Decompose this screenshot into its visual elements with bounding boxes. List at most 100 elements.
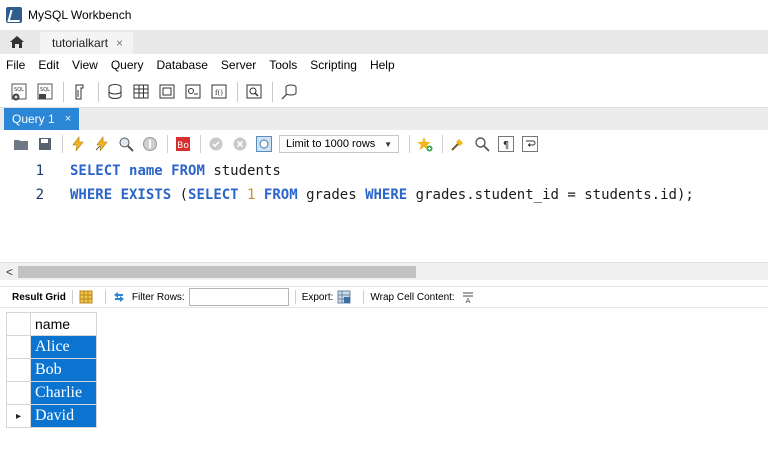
stop-icon — [143, 137, 157, 151]
wrap-cell-content-label: Wrap Cell Content: — [370, 291, 455, 303]
menu-database[interactable]: Database — [157, 58, 208, 72]
create-table-icon — [133, 84, 149, 98]
refresh-filter-button[interactable] — [112, 290, 126, 304]
execute-button[interactable] — [69, 135, 87, 153]
create-view-icon — [159, 84, 175, 98]
create-function-button[interactable]: f() — [208, 81, 230, 103]
reconnect-button[interactable] — [278, 81, 300, 103]
query-tab-bar: Query 1 × — [0, 108, 768, 130]
query-tab-label: Query 1 — [12, 112, 55, 126]
create-table-button[interactable] — [130, 81, 152, 103]
filter-rows-input[interactable] — [188, 288, 289, 306]
horizontal-scrollbar[interactable]: < — [0, 262, 768, 280]
table-row[interactable]: Charlie — [6, 381, 97, 405]
table-row[interactable]: Alice — [6, 335, 97, 359]
result-grid-label[interactable]: Result Grid — [12, 292, 66, 303]
connection-tab[interactable]: tutorialkart × — [40, 32, 134, 54]
wrap-cell-content-button[interactable]: A — [461, 290, 475, 304]
export-button[interactable] — [337, 290, 351, 304]
table-row[interactable]: ▸ David — [6, 404, 97, 428]
export-label: Export: — [301, 291, 334, 303]
table-cell[interactable]: Bob — [30, 358, 97, 382]
toolbar-separator — [104, 290, 106, 304]
open-file-icon — [14, 140, 28, 150]
grid-view-button[interactable] — [79, 290, 93, 304]
scrollbar-thumb[interactable] — [18, 266, 416, 278]
wrap-lines-button[interactable] — [521, 135, 539, 153]
wrap-text-icon: A — [462, 292, 473, 304]
magnifier-icon — [475, 137, 490, 152]
magnifier-lightning-icon — [119, 137, 134, 152]
autocommit-icon — [256, 136, 272, 152]
menu-bar: File Edit View Query Database Server Too… — [0, 54, 768, 76]
explain-button[interactable] — [117, 135, 135, 153]
error-toggle-icon: Bo — [176, 137, 190, 151]
wrap-lines-icon — [522, 136, 538, 152]
row-header[interactable] — [6, 381, 31, 405]
save-button[interactable] — [36, 135, 54, 153]
menu-query[interactable]: Query — [111, 58, 144, 72]
home-button[interactable] — [0, 30, 34, 54]
row-header[interactable] — [6, 335, 31, 359]
sql-token: EXISTS — [120, 187, 180, 203]
toggle-error-button[interactable]: Bo — [174, 135, 192, 153]
create-schema-button[interactable] — [104, 81, 126, 103]
main-toolbar: SQL SQL f() — [0, 76, 768, 108]
limit-rows-select[interactable]: Limit to 1000 rows ▼ — [279, 135, 399, 153]
open-file-button[interactable] — [12, 135, 30, 153]
autocommit-button[interactable] — [255, 135, 273, 153]
menu-edit[interactable]: Edit — [38, 58, 59, 72]
add-snippet-button[interactable] — [416, 135, 434, 153]
create-procedure-button[interactable] — [182, 81, 204, 103]
table-cell[interactable]: David — [30, 404, 97, 428]
scroll-left-arrow-icon[interactable]: < — [6, 265, 13, 279]
rollback-button[interactable] — [231, 135, 249, 153]
column-header-name[interactable]: name — [30, 312, 97, 336]
inspector-button[interactable] — [69, 81, 91, 103]
svg-text:Bo: Bo — [177, 141, 189, 151]
header-row: name — [6, 312, 97, 336]
commit-check-icon — [209, 137, 223, 151]
row-header[interactable] — [6, 358, 31, 382]
table-cell[interactable]: Alice — [30, 335, 97, 359]
limit-rows-value: Limit to 1000 rows — [286, 138, 376, 150]
toolbar-separator — [363, 290, 365, 304]
table-row[interactable]: Bob — [6, 358, 97, 382]
close-icon[interactable]: × — [116, 36, 123, 50]
table-cell[interactable]: Charlie — [30, 381, 97, 405]
menu-help[interactable]: Help — [370, 58, 395, 72]
menu-file[interactable]: File — [6, 58, 25, 72]
new-sql-tab-button[interactable]: SQL — [8, 81, 30, 103]
menu-tools[interactable]: Tools — [269, 58, 297, 72]
beautify-button[interactable] — [449, 135, 467, 153]
stop-button[interactable] — [141, 135, 159, 153]
open-sql-script-button[interactable]: SQL — [34, 81, 56, 103]
find-button[interactable] — [473, 135, 491, 153]
toolbar-separator — [272, 81, 273, 102]
sql-editor[interactable]: 1 SELECT name FROM students 2 WHERE EXISTS… — [0, 158, 768, 262]
create-view-button[interactable] — [156, 81, 178, 103]
current-row-marker[interactable]: ▸ — [6, 404, 31, 428]
refresh-arrows-icon — [113, 292, 124, 302]
toolbar-separator — [409, 135, 410, 153]
search-table-data-button[interactable] — [243, 81, 265, 103]
dropdown-arrow-icon: ▼ — [384, 139, 392, 149]
toolbar-separator — [98, 81, 99, 102]
mysql-workbench-logo-icon — [6, 7, 22, 23]
result-toolbar: Result Grid Filter Rows: Export: Wrap Ce… — [0, 286, 768, 308]
menu-scripting[interactable]: Scripting — [310, 58, 357, 72]
menu-view[interactable]: View — [72, 58, 98, 72]
create-function-icon: f() — [211, 84, 227, 98]
toolbar-separator — [294, 290, 296, 304]
query-tab[interactable]: Query 1 × — [4, 108, 80, 130]
invisible-chars-button[interactable]: ¶ — [497, 135, 515, 153]
broom-icon — [451, 139, 463, 151]
menu-server[interactable]: Server — [221, 58, 256, 72]
execute-current-button[interactable] — [93, 135, 111, 153]
rollback-x-icon — [233, 137, 247, 151]
close-icon[interactable]: × — [65, 113, 71, 125]
toolbar-separator — [200, 135, 201, 153]
commit-button[interactable] — [207, 135, 225, 153]
export-icon — [337, 290, 351, 304]
sql-token: FROM — [171, 163, 214, 179]
